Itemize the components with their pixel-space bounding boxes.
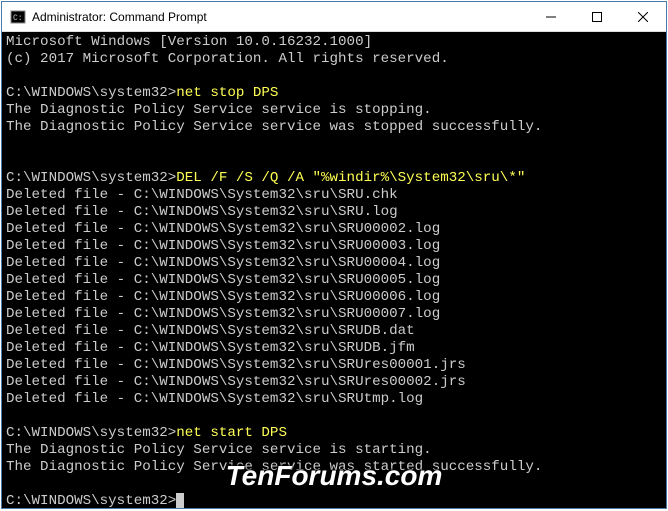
output-line: Deleted file - C:\WINDOWS\System32\sru\S… (6, 255, 440, 271)
output-line: The Diagnostic Policy Service service wa… (6, 119, 542, 135)
app-icon: C: (10, 9, 26, 25)
copyright-line: (c) 2017 Microsoft Corporation. All righ… (6, 51, 449, 67)
prompt: C:\WINDOWS\system32> (6, 170, 176, 186)
version-line: Microsoft Windows [Version 10.0.16232.10… (6, 34, 372, 50)
minimize-button[interactable] (528, 2, 574, 32)
terminal-output[interactable]: Microsoft Windows [Version 10.0.16232.10… (2, 32, 666, 508)
svg-text:C:: C: (13, 14, 23, 23)
output-line: Deleted file - C:\WINDOWS\System32\sru\S… (6, 204, 398, 220)
output-line: Deleted file - C:\WINDOWS\System32\sru\S… (6, 187, 398, 203)
output-line: Deleted file - C:\WINDOWS\System32\sru\S… (6, 238, 440, 254)
command-text: net stop DPS (176, 85, 278, 101)
output-line: Deleted file - C:\WINDOWS\System32\sru\S… (6, 391, 423, 407)
output-line: Deleted file - C:\WINDOWS\System32\sru\S… (6, 306, 440, 322)
output-line: Deleted file - C:\WINDOWS\System32\sru\S… (6, 374, 466, 390)
close-button[interactable] (620, 2, 666, 32)
prompt: C:\WINDOWS\system32> (6, 425, 176, 441)
output-line: The Diagnostic Policy Service service is… (6, 102, 432, 118)
titlebar[interactable]: C: Administrator: Command Prompt (2, 2, 666, 32)
command-prompt-window: C: Administrator: Command Prompt Microso… (1, 1, 667, 509)
window-title: Administrator: Command Prompt (32, 10, 528, 24)
output-line: Deleted file - C:\WINDOWS\System32\sru\S… (6, 221, 440, 237)
output-line: Deleted file - C:\WINDOWS\System32\sru\S… (6, 272, 440, 288)
command-text: net start DPS (176, 425, 287, 441)
cursor (176, 493, 184, 508)
output-line: The Diagnostic Policy Service service is… (6, 442, 432, 458)
maximize-button[interactable] (574, 2, 620, 32)
window-controls (528, 2, 666, 31)
output-line: Deleted file - C:\WINDOWS\System32\sru\S… (6, 323, 415, 339)
command-text: DEL /F /S /Q /A "%windir%\System32\sru\*… (176, 170, 525, 186)
output-line: Deleted file - C:\WINDOWS\System32\sru\S… (6, 357, 466, 373)
output-line: Deleted file - C:\WINDOWS\System32\sru\S… (6, 289, 440, 305)
prompt: C:\WINDOWS\system32> (6, 493, 176, 508)
output-line: The Diagnostic Policy Service service wa… (6, 459, 542, 475)
output-line: Deleted file - C:\WINDOWS\System32\sru\S… (6, 340, 415, 356)
prompt: C:\WINDOWS\system32> (6, 85, 176, 101)
